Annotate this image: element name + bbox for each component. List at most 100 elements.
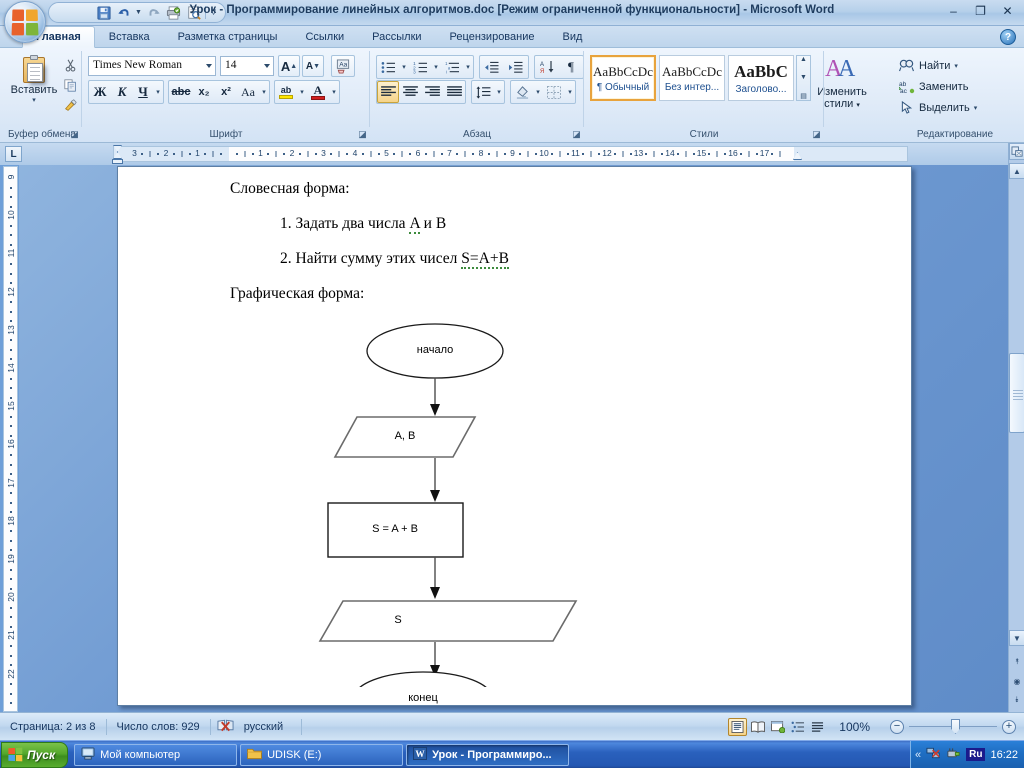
change-styles-caret-icon[interactable]: ▾ (856, 102, 860, 109)
highlight-caret-icon[interactable]: ▾ (297, 81, 307, 103)
borders-caret-icon[interactable]: ▾ (565, 81, 575, 103)
align-left-button[interactable] (377, 81, 399, 103)
align-center-button[interactable] (399, 81, 421, 103)
change-styles-button[interactable]: AA Изменить стили ▾ (812, 53, 872, 112)
vertical-scrollbar[interactable]: ▲ ▼ ⯭ ◉ ⯯ (1008, 143, 1024, 712)
minimize-button[interactable]: – (941, 2, 966, 19)
zoom-track[interactable] (909, 719, 997, 734)
copy-icon[interactable] (60, 75, 80, 95)
text-highlight-button[interactable]: ab (275, 81, 297, 103)
increase-indent-button[interactable] (504, 56, 528, 78)
numbering-button[interactable]: 123 (409, 56, 431, 78)
clock[interactable]: 16:22 (990, 749, 1018, 761)
tab-stop-selector[interactable]: L (5, 146, 22, 162)
replace-button[interactable]: ab ac Заменить (894, 76, 977, 97)
tab-mailings[interactable]: Рассылки (358, 26, 435, 48)
font-color-button[interactable]: A (307, 81, 329, 103)
find-caret-icon[interactable]: ▾ (954, 62, 958, 70)
start-button[interactable]: Пуск (1, 741, 69, 768)
multilevel-caret-icon[interactable]: ▾ (463, 56, 473, 78)
superscript-button[interactable]: x² (215, 81, 237, 103)
bullets-caret-icon[interactable]: ▾ (399, 56, 409, 78)
taskbar-item-my-computer[interactable]: Мой компьютер (74, 743, 238, 766)
line-spacing-caret-icon[interactable]: ▾ (494, 81, 504, 103)
zoom-level[interactable]: 100% (827, 718, 880, 736)
underline-caret-icon[interactable]: ▾ (153, 81, 163, 103)
underline-button[interactable]: Ч (133, 81, 153, 103)
scroll-down-icon[interactable]: ▼ (800, 74, 807, 81)
align-right-button[interactable] (421, 81, 443, 103)
flowchart[interactable]: начало A, B S = A + B S конец (303, 317, 633, 712)
outline-view-button[interactable] (788, 718, 807, 736)
scroll-up-icon[interactable]: ▲ (800, 56, 807, 63)
word-count[interactable]: Число слов: 929 (107, 718, 210, 736)
font-color-caret-icon[interactable]: ▾ (329, 81, 339, 103)
taskbar-item-udisk[interactable]: UDISK (E:) (240, 743, 404, 766)
print-layout-view-button[interactable] (728, 717, 748, 736)
spelling-check-icon[interactable] (211, 718, 240, 736)
font-size-combobox[interactable]: 14 (220, 56, 274, 76)
clipboard-dialog-launcher[interactable]: ◪ (69, 129, 80, 140)
change-case-caret-icon[interactable]: ▾ (259, 81, 269, 103)
zoom-out-button[interactable]: − (890, 719, 904, 734)
select-browse-object-top-icon[interactable] (1009, 143, 1024, 160)
office-button[interactable] (4, 1, 46, 43)
document-page[interactable]: Словесная форма: 1. Задать два числа A и… (117, 166, 912, 712)
scrollbar-thumb[interactable] (1009, 353, 1024, 433)
subscript-button[interactable]: x₂ (193, 81, 215, 103)
scroll-down-button[interactable]: ▼ (1009, 630, 1024, 646)
expand-tray-icon[interactable]: « (915, 749, 921, 761)
shrink-font-button[interactable]: A ▼ (302, 55, 324, 77)
show-formatting-marks-button[interactable]: ¶ (559, 56, 583, 78)
language-indicator[interactable]: русский (240, 718, 293, 736)
full-screen-reading-view-button[interactable] (748, 718, 767, 736)
font-dialog-launcher[interactable]: ◪ (357, 129, 368, 140)
document-content[interactable]: Словесная форма: 1. Задать два числа A и… (230, 180, 850, 303)
format-painter-icon[interactable] (60, 95, 80, 115)
select-browse-object-button[interactable]: ◉ (1009, 673, 1024, 689)
web-layout-view-button[interactable] (768, 718, 787, 736)
document-canvas[interactable]: Словесная форма: 1. Задать два числа A и… (19, 165, 1009, 712)
language-bar[interactable]: Ru (966, 748, 986, 761)
restore-button[interactable]: ❐ (968, 2, 993, 19)
sort-button[interactable]: АЯ (535, 56, 559, 78)
decrease-indent-button[interactable] (480, 56, 504, 78)
styles-gallery-scroll[interactable]: ▲ ▼ ▤ (796, 55, 811, 101)
tab-view[interactable]: Вид (549, 26, 597, 48)
style-card-no-spacing[interactable]: AaBbCcDc Без интер... (659, 55, 725, 101)
styles-more-icon[interactable]: ▤ (800, 92, 807, 100)
tab-review[interactable]: Рецензирование (436, 26, 549, 48)
zoom-thumb[interactable] (951, 719, 960, 734)
borders-button[interactable] (543, 81, 565, 103)
previous-page-button[interactable]: ⯭ (1009, 654, 1024, 670)
justify-button[interactable] (443, 81, 465, 103)
select-caret-icon[interactable]: ▾ (974, 104, 978, 112)
change-case-button[interactable]: Aa (237, 81, 259, 103)
left-indent-marker[interactable] (112, 159, 123, 164)
page-indicator[interactable]: Страница: 2 из 8 (0, 718, 106, 736)
multilevel-list-button[interactable]: 1ai (441, 56, 463, 78)
paste-caret-icon[interactable]: ▾ (10, 96, 58, 104)
network-disconnected-icon[interactable] (926, 746, 941, 763)
scroll-up-button[interactable]: ▲ (1009, 163, 1024, 179)
numbering-caret-icon[interactable]: ▾ (431, 56, 441, 78)
paragraph-dialog-launcher[interactable]: ◪ (571, 129, 582, 140)
paste-button[interactable]: Вставить ▾ (10, 55, 58, 104)
help-icon[interactable]: ? (1000, 29, 1016, 45)
style-card-normal[interactable]: AaBbCcDc ¶ Обычный (590, 55, 656, 101)
draft-view-button[interactable] (808, 718, 827, 736)
close-button[interactable]: ✕ (995, 2, 1020, 19)
safely-remove-hardware-icon[interactable] (946, 746, 961, 763)
zoom-in-button[interactable]: + (1002, 719, 1016, 734)
shading-caret-icon[interactable]: ▾ (533, 81, 543, 103)
chevron-down-icon[interactable] (206, 64, 212, 68)
tab-insert[interactable]: Вставка (95, 26, 164, 48)
zoom-slider[interactable]: − + (890, 719, 1016, 734)
vertical-ruler[interactable]: 9 10 11 12 13 14 15 16 17 18 19 20 21 22 (3, 166, 18, 712)
grow-font-button[interactable]: A ▲ (278, 55, 300, 77)
clear-formatting-button[interactable]: Aa (331, 55, 355, 77)
next-page-button[interactable]: ⯯ (1009, 692, 1024, 708)
bold-button[interactable]: Ж (89, 81, 111, 103)
bullets-button[interactable] (377, 56, 399, 78)
cut-icon[interactable] (60, 55, 80, 75)
